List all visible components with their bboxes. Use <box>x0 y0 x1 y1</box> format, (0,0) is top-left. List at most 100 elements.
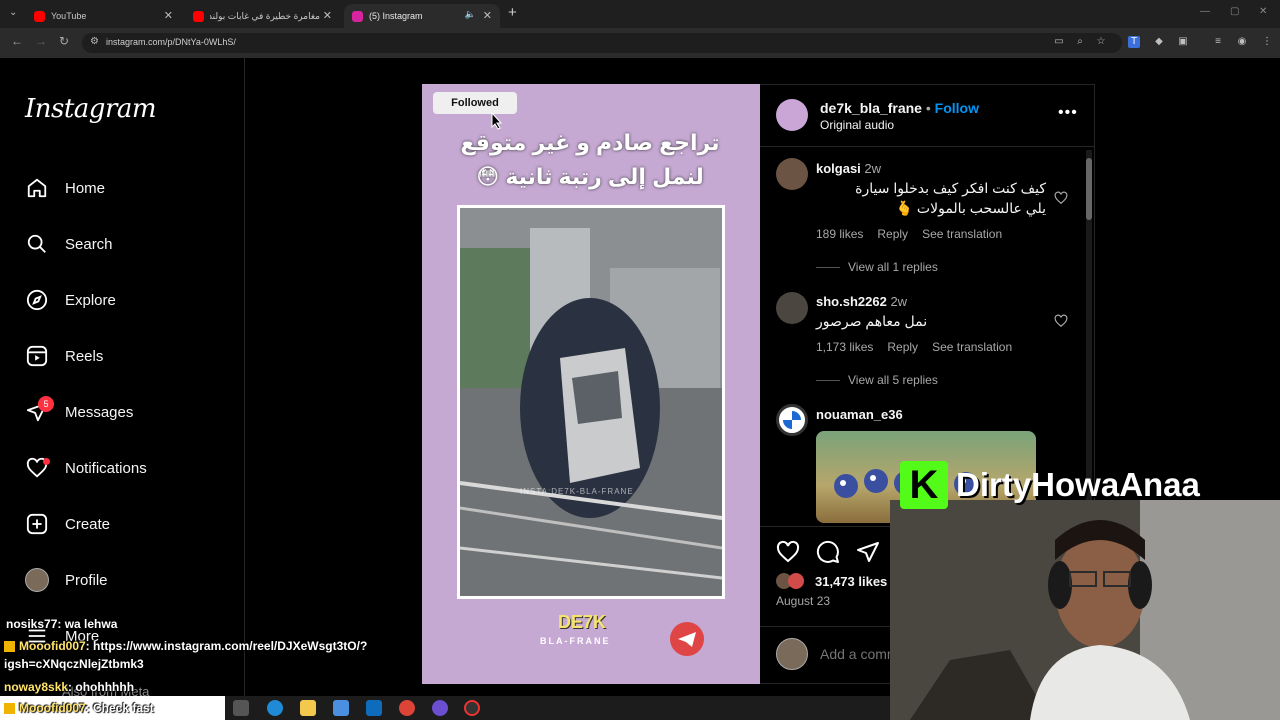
see-translation-button[interactable]: See translation <box>932 340 1012 354</box>
chat-message: noway8skk: ohohhhhh <box>4 680 134 694</box>
chat-text: : ohohhhhh <box>68 680 135 694</box>
instagram-logo[interactable]: Instagram <box>25 94 157 124</box>
window-close-button[interactable]: ✕ <box>1259 6 1267 17</box>
zoom-icon[interactable]: ⌕ <box>1074 36 1086 48</box>
comment-like-icon[interactable] <box>1054 191 1068 205</box>
sidebar-item-notifications[interactable]: Notifications <box>25 450 147 486</box>
author-avatar[interactable] <box>776 99 808 131</box>
bookmark-star-icon[interactable]: ☆ <box>1095 36 1107 48</box>
close-icon[interactable]: ✕ <box>483 9 492 22</box>
menu-kebab-icon[interactable]: ⋮ <box>1261 36 1273 48</box>
mute-icon[interactable]: 🔇 <box>722 580 725 598</box>
comment-likes[interactable]: 189 likes <box>816 227 863 241</box>
sidebar-item-label: Reels <box>65 347 104 365</box>
commenter-avatar[interactable] <box>776 404 808 436</box>
back-icon[interactable]: ← <box>11 34 23 48</box>
maximize-button[interactable]: ▢ <box>1230 6 1239 17</box>
tab-instagram[interactable]: (5) Instagram 🔈 ✕ <box>344 4 500 28</box>
reload-icon[interactable]: ↻ <box>59 34 69 48</box>
sidebar-item-reels[interactable]: Reels <box>25 338 103 374</box>
comment-likes[interactable]: 1,173 likes <box>816 340 873 354</box>
tab-youtube[interactable]: YouTube ✕ <box>26 4 181 28</box>
commenter-avatar[interactable] <box>776 292 808 324</box>
likes-count[interactable]: 31,473 likes <box>815 574 887 589</box>
tab-youtube-video[interactable]: مغامرة خطيرة في غابات بولندا... ✕ <box>185 4 340 28</box>
profile-icon[interactable]: ◉ <box>1236 36 1248 48</box>
kick-logo-icon: K <box>900 461 948 509</box>
commenter-avatar[interactable] <box>776 158 808 190</box>
video-frame[interactable]: 🔇 <box>457 205 725 599</box>
followed-button[interactable]: Followed <box>433 92 517 114</box>
reply-button[interactable]: Reply <box>877 227 908 241</box>
site-info-icon[interactable]: ⚙ <box>90 36 99 47</box>
more-options-icon[interactable]: ••• <box>1058 104 1078 122</box>
app-icon[interactable] <box>464 700 480 716</box>
minimize-button[interactable]: — <box>1200 6 1210 17</box>
task-view-icon[interactable] <box>233 700 249 716</box>
comment-icon[interactable] <box>816 540 840 564</box>
comment-text-line1: كيف كنت افكر كيف بدخلوا سيارة <box>855 180 1046 196</box>
sidebar-item-search[interactable]: Search <box>25 226 113 262</box>
username-text: kolgasi <box>816 161 861 176</box>
username-text: sho.sh2262 <box>816 294 887 309</box>
extensions-puzzle-icon[interactable]: ▣ <box>1177 36 1189 48</box>
chat-text: igsh=cXNqczNlejZtbmk3 <box>4 657 144 671</box>
close-icon[interactable]: ✕ <box>164 9 173 22</box>
youtube-icon <box>193 10 204 22</box>
chat-message: Mooofid007: https://www.instagram.com/re… <box>4 639 367 653</box>
close-icon[interactable]: ✕ <box>323 9 332 22</box>
file-explorer-icon[interactable] <box>300 700 316 716</box>
audio-label[interactable]: Original audio <box>820 118 894 132</box>
edge-icon[interactable] <box>267 700 283 716</box>
sidebar-item-home[interactable]: Home <box>25 170 105 206</box>
tab-search-icon[interactable]: ⌄ <box>9 7 17 18</box>
obs-icon[interactable] <box>432 700 448 716</box>
sidebar-item-create[interactable]: Create <box>25 506 110 542</box>
post-caption-line1: تراجع صادم و غير متوقع <box>460 130 720 155</box>
chat-username: Mooofid007 <box>19 701 86 715</box>
view-replies-button[interactable]: View all 1 replies <box>816 260 938 274</box>
extension-diamond-icon[interactable]: ◆ <box>1153 36 1165 48</box>
translate-extension-icon[interactable]: T <box>1128 36 1140 48</box>
chat-username: noway8skk <box>4 680 69 694</box>
chrome-icon[interactable] <box>399 700 415 716</box>
messages-badge: 5 <box>38 396 54 412</box>
sidebar-item-explore[interactable]: Explore <box>25 282 116 318</box>
reading-list-icon[interactable]: ≡ <box>1212 36 1224 48</box>
comment-time: 2w <box>864 161 882 176</box>
sidebar-item-label: Search <box>65 235 113 253</box>
like-icon[interactable] <box>776 540 800 564</box>
separator: • <box>925 100 931 116</box>
url-text: instagram.com/p/DNtYa-0WLhS/ <box>106 37 236 47</box>
share-icon[interactable] <box>856 540 880 564</box>
chat-message: nosiks77: wa lehwa <box>6 617 117 631</box>
store-icon[interactable] <box>333 700 349 716</box>
view-replies-button[interactable]: View all 5 replies <box>816 373 938 387</box>
reply-button[interactable]: Reply <box>887 340 918 354</box>
comment-username[interactable]: nouaman_e36 <box>816 407 903 422</box>
comment-text-line1: نمل معاهم صرصور <box>816 313 928 329</box>
see-translation-button[interactable]: See translation <box>922 227 1002 241</box>
comment-username[interactable]: sho.sh2262 2w <box>816 294 907 309</box>
follow-button[interactable]: Follow <box>935 100 979 116</box>
author-username[interactable]: de7k_bla_frane <box>820 100 922 116</box>
outlook-icon[interactable] <box>366 700 382 716</box>
sidebar-item-profile[interactable]: Profile <box>25 562 108 598</box>
header-divider <box>760 146 1095 147</box>
telegram-icon <box>670 622 704 656</box>
youtube-icon <box>34 10 45 22</box>
sidebar-item-label: Home <box>65 179 106 197</box>
sidebar-item-label: Explore <box>65 291 116 309</box>
chat-text: : wa lehwa <box>57 617 118 631</box>
add-comment-input[interactable] <box>820 644 890 664</box>
forward-icon[interactable]: → <box>35 34 47 48</box>
chat-text: : Check fast <box>85 701 154 715</box>
comment-username[interactable]: kolgasi 2w <box>816 161 881 176</box>
url-input[interactable]: ⚙ instagram.com/p/DNtYa-0WLhS/ <box>82 33 1122 53</box>
speaker-icon[interactable]: 🔈 <box>465 9 476 20</box>
new-tab-button[interactable]: + <box>508 4 517 21</box>
cast-icon[interactable]: ▭ <box>1053 36 1065 48</box>
comment-like-icon[interactable] <box>1054 314 1068 328</box>
liked-by-avatars <box>776 573 810 589</box>
sidebar-item-messages[interactable]: 5 Messages <box>25 394 133 430</box>
